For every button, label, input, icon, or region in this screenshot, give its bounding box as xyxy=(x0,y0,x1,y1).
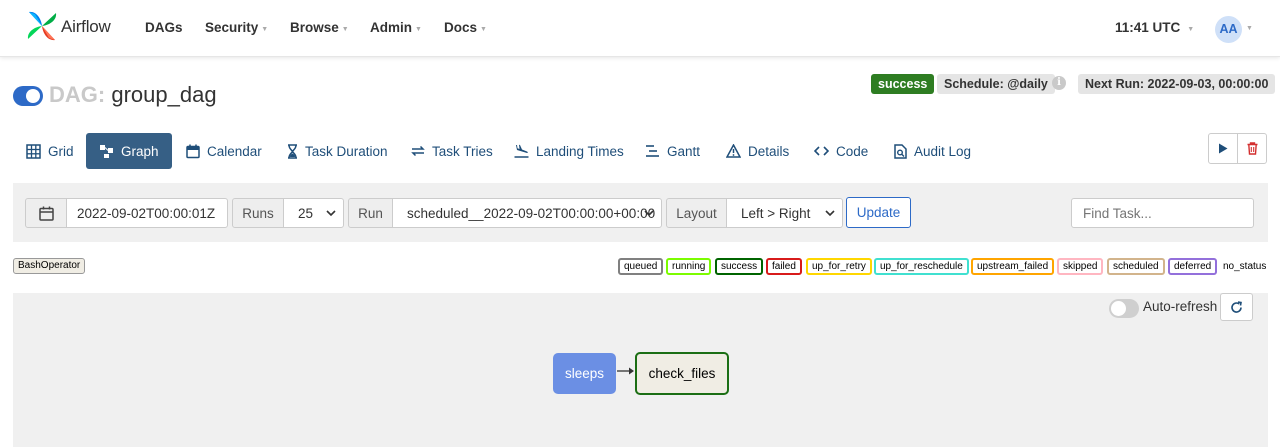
layout-select[interactable]: Left > Right xyxy=(726,198,843,228)
user-avatar[interactable]: AA xyxy=(1215,16,1242,43)
auto-refresh-toggle[interactable] xyxy=(1109,299,1139,318)
filter-bar: 2022-09-02T00:00:01Z Runs 25 Run schedul… xyxy=(13,183,1268,242)
layout-label: Layout xyxy=(666,198,727,228)
find-task-input[interactable] xyxy=(1071,198,1254,228)
nav-security[interactable]: Security ▼ xyxy=(205,20,268,35)
state-legend-upstream-failed[interactable]: upstream_failed xyxy=(971,258,1055,275)
graph-icon xyxy=(100,144,113,158)
update-button[interactable]: Update xyxy=(846,197,911,228)
calendar-button[interactable] xyxy=(25,198,67,228)
gantt-icon xyxy=(646,145,659,157)
trigger-dag-button[interactable] xyxy=(1208,133,1238,164)
state-legend-no-status[interactable]: no_status xyxy=(1223,261,1266,272)
search-file-icon xyxy=(894,143,907,159)
state-legend-queued[interactable]: queued xyxy=(618,258,664,275)
next-run-badge: Next Run: 2022-09-03, 00:00:00 xyxy=(1078,74,1276,94)
tab-task-tries[interactable]: Task Tries xyxy=(411,133,493,169)
tab-task-duration[interactable]: Task Duration xyxy=(287,133,388,169)
state-legend-success[interactable]: success xyxy=(715,258,764,275)
run-select[interactable]: scheduled__2022-09-02T00:00:00+00:00 xyxy=(392,198,662,228)
info-icon[interactable]: i xyxy=(1052,76,1066,90)
page-title: DAG: group_dag xyxy=(49,82,217,108)
run-label: Run xyxy=(348,198,393,228)
tab-graph[interactable]: Graph xyxy=(86,133,172,169)
calendar-icon xyxy=(186,144,200,158)
runs-select[interactable]: 25 xyxy=(283,198,344,228)
chevron-down-icon xyxy=(825,210,835,217)
state-legend-running[interactable]: running xyxy=(666,258,712,275)
tab-grid[interactable]: Grid xyxy=(26,133,74,169)
tab-code[interactable]: Code xyxy=(814,133,868,169)
graph-node-sleeps[interactable]: sleeps xyxy=(553,353,616,394)
base-date-input[interactable]: 2022-09-02T00:00:01Z xyxy=(66,198,228,228)
state-legend-scheduled[interactable]: scheduled xyxy=(1107,258,1165,275)
code-icon xyxy=(814,146,829,156)
state-legend-failed[interactable]: failed xyxy=(766,258,802,275)
refresh-icon xyxy=(1231,300,1242,313)
graph-node-check-files[interactable]: check_files xyxy=(635,352,729,395)
delete-dag-button[interactable] xyxy=(1237,133,1267,164)
tab-details[interactable]: Details xyxy=(726,133,789,169)
dag-prefix: DAG: xyxy=(49,82,106,107)
dag-name: group_dag xyxy=(111,82,217,107)
tab-gantt[interactable]: Gantt xyxy=(645,133,700,169)
tab-landing-times[interactable]: Landing Times xyxy=(514,133,624,169)
chevron-down-icon: ▼ xyxy=(341,26,349,33)
nav-docs[interactable]: Docs ▼ xyxy=(444,20,487,35)
chevron-down-icon: ▼ xyxy=(1187,26,1195,33)
chevron-down-icon: ▼ xyxy=(261,26,269,33)
state-legend-up-for-retry[interactable]: up_for_retry xyxy=(806,258,872,275)
chevron-down-icon[interactable]: ▼ xyxy=(1246,25,1253,32)
trash-icon xyxy=(1247,142,1257,155)
state-legend-deferred[interactable]: deferred xyxy=(1168,258,1218,275)
dag-pause-toggle[interactable] xyxy=(13,86,43,106)
runs-label: Runs xyxy=(232,198,284,228)
hourglass-icon xyxy=(288,143,297,159)
schedule-badge[interactable]: Schedule: @daily xyxy=(937,74,1055,94)
nav-admin[interactable]: Admin ▼ xyxy=(370,20,422,35)
dag-state-badge: success xyxy=(871,74,935,94)
utc-clock-dropdown[interactable]: 11:41 UTC ▼ xyxy=(1115,20,1194,35)
nav-browse[interactable]: Browse ▼ xyxy=(290,20,349,35)
chevron-down-icon xyxy=(326,210,336,217)
brand-name[interactable]: Airflow xyxy=(61,17,111,37)
plane-landing-icon xyxy=(514,144,529,158)
operator-legend-bashoperator[interactable]: BashOperator xyxy=(13,258,86,274)
state-legend-up-for-reschedule[interactable]: up_for_reschedule xyxy=(874,258,969,275)
chevron-down-icon: ▼ xyxy=(480,26,487,33)
airflow-logo-icon[interactable] xyxy=(26,10,58,42)
grid-icon xyxy=(26,143,41,159)
tab-audit-log[interactable]: Audit Log xyxy=(894,133,971,169)
refresh-button[interactable] xyxy=(1220,293,1253,321)
top-navbar: Airflow DAGs Security ▼ Browse ▼ Admin ▼ Do… xyxy=(0,0,1280,57)
play-icon xyxy=(1219,143,1228,154)
tab-calendar[interactable]: Calendar xyxy=(186,133,262,169)
nav-dags[interactable]: DAGs xyxy=(145,20,183,35)
calendar-icon xyxy=(38,206,54,221)
retry-icon xyxy=(411,145,425,157)
state-legend-skipped[interactable]: skipped xyxy=(1057,258,1104,275)
chevron-down-icon: ▼ xyxy=(415,26,422,33)
chevron-down-icon xyxy=(644,210,654,217)
graph-canvas[interactable]: Auto-refresh sleeps check_files xyxy=(13,293,1268,447)
graph-edge-arrow xyxy=(617,367,634,375)
warning-icon xyxy=(726,144,741,158)
auto-refresh-label: Auto-refresh xyxy=(1143,299,1218,314)
